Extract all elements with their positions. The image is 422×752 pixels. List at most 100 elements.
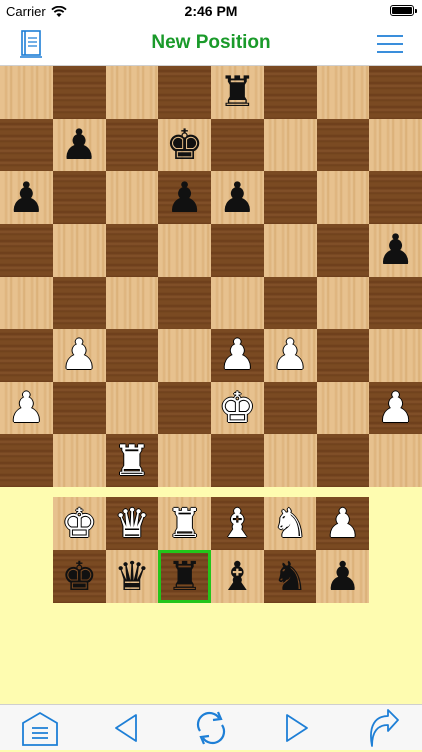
- palette-white-queen[interactable]: ♛: [105, 497, 159, 550]
- square-b1[interactable]: [52, 434, 106, 487]
- square-g1[interactable]: [316, 434, 370, 487]
- palette-black-knight[interactable]: ♞: [263, 550, 317, 603]
- square-d2[interactable]: [158, 381, 211, 435]
- square-a5[interactable]: [0, 223, 53, 277]
- black-bishop-icon: ♝: [219, 554, 256, 599]
- home-icon: [22, 711, 58, 746]
- rotate-button[interactable]: [191, 709, 231, 747]
- square-c3[interactable]: [105, 329, 159, 382]
- square-f5[interactable]: [263, 223, 317, 277]
- palette-black-king[interactable]: ♚: [53, 550, 106, 603]
- square-g7[interactable]: [316, 118, 370, 172]
- black-pawn-icon: ♟: [7, 173, 46, 221]
- white-rook-icon: ♜: [113, 436, 151, 484]
- square-b8[interactable]: [52, 66, 106, 119]
- square-g5[interactable]: [316, 223, 370, 277]
- palette-black-queen[interactable]: ♛: [105, 550, 159, 603]
- square-b6[interactable]: [52, 171, 106, 224]
- square-e3[interactable]: ♟: [211, 329, 264, 382]
- square-c5[interactable]: [105, 223, 159, 277]
- square-g3[interactable]: [316, 329, 370, 382]
- back-arrow-icon: [115, 714, 137, 742]
- square-g6[interactable]: [316, 171, 370, 224]
- square-h1[interactable]: [369, 434, 422, 487]
- square-e6[interactable]: ♟: [211, 171, 264, 224]
- square-f3[interactable]: ♟: [263, 329, 317, 382]
- square-g8[interactable]: [316, 66, 370, 119]
- square-d5[interactable]: [158, 223, 211, 277]
- share-button[interactable]: [362, 709, 402, 747]
- square-h8[interactable]: [369, 66, 422, 119]
- square-e7[interactable]: [211, 118, 264, 172]
- square-d7[interactable]: ♚: [158, 118, 211, 172]
- white-rook-icon: ♜: [166, 501, 203, 546]
- square-a8[interactable]: [0, 66, 53, 119]
- palette-white-rook[interactable]: ♜: [158, 497, 211, 550]
- square-a4[interactable]: [0, 276, 53, 330]
- white-pawn-icon: ♟: [376, 384, 415, 432]
- black-pawn-icon: ♟: [376, 226, 415, 274]
- square-d6[interactable]: ♟: [158, 171, 211, 224]
- battery-icon: [390, 5, 417, 16]
- white-king-icon: ♚: [218, 384, 257, 432]
- rotate-icon: [196, 711, 226, 745]
- square-h7[interactable]: [369, 118, 422, 172]
- square-b2[interactable]: [52, 381, 106, 435]
- square-a6[interactable]: ♟: [0, 171, 53, 224]
- forward-button[interactable]: [277, 709, 317, 747]
- square-a7[interactable]: [0, 118, 53, 172]
- square-g4[interactable]: [316, 276, 370, 330]
- square-c7[interactable]: [105, 118, 159, 172]
- square-e1[interactable]: [211, 434, 264, 487]
- square-c6[interactable]: [105, 171, 159, 224]
- square-c2[interactable]: [105, 381, 159, 435]
- square-a2[interactable]: ♟: [0, 381, 53, 435]
- square-f7[interactable]: [263, 118, 317, 172]
- home-button[interactable]: [20, 709, 60, 747]
- square-h6[interactable]: [369, 171, 422, 224]
- palette-white-knight[interactable]: ♞: [263, 497, 317, 550]
- square-a1[interactable]: [0, 434, 53, 487]
- page-title: New Position: [151, 32, 271, 53]
- square-b7[interactable]: ♟: [52, 118, 106, 172]
- square-e2[interactable]: ♚: [211, 381, 264, 435]
- white-pawn-icon: ♟: [271, 331, 309, 379]
- square-f2[interactable]: [263, 381, 317, 435]
- status-bar: Carrier 2:46 PM: [0, 0, 422, 22]
- palette-white-pawn[interactable]: ♟: [316, 497, 369, 550]
- square-c1[interactable]: ♜: [105, 434, 159, 487]
- square-c4[interactable]: [105, 276, 159, 330]
- palette-white-king[interactable]: ♚: [53, 497, 106, 550]
- square-h2[interactable]: ♟: [369, 381, 422, 435]
- nav-bar: New Position: [0, 22, 422, 66]
- square-g2[interactable]: [316, 381, 370, 435]
- palette-black-rook[interactable]: ♜: [158, 550, 211, 603]
- square-b3[interactable]: ♟: [52, 329, 106, 382]
- square-h3[interactable]: [369, 329, 422, 382]
- palette-black-bishop[interactable]: ♝: [211, 550, 264, 603]
- forward-arrow-icon: [286, 714, 308, 742]
- square-b4[interactable]: [52, 276, 106, 330]
- square-e4[interactable]: [211, 276, 264, 330]
- square-e5[interactable]: [211, 223, 264, 277]
- square-e8[interactable]: ♜: [211, 66, 264, 119]
- menu-button[interactable]: [374, 28, 406, 60]
- back-button[interactable]: [106, 709, 146, 747]
- square-h5[interactable]: ♟: [369, 223, 422, 277]
- square-f1[interactable]: [263, 434, 317, 487]
- square-d3[interactable]: [158, 329, 211, 382]
- white-bishop-icon: ♝: [219, 501, 256, 546]
- square-h4[interactable]: [369, 276, 422, 330]
- square-f6[interactable]: [263, 171, 317, 224]
- square-c8[interactable]: [105, 66, 159, 119]
- square-f4[interactable]: [263, 276, 317, 330]
- status-time: 2:46 PM: [184, 3, 238, 19]
- square-d8[interactable]: [158, 66, 211, 119]
- square-d1[interactable]: [158, 434, 211, 487]
- square-f8[interactable]: [263, 66, 317, 119]
- square-d4[interactable]: [158, 276, 211, 330]
- square-b5[interactable]: [52, 223, 106, 277]
- square-a3[interactable]: [0, 329, 53, 382]
- palette-black-pawn[interactable]: ♟: [316, 550, 369, 603]
- palette-white-bishop[interactable]: ♝: [211, 497, 264, 550]
